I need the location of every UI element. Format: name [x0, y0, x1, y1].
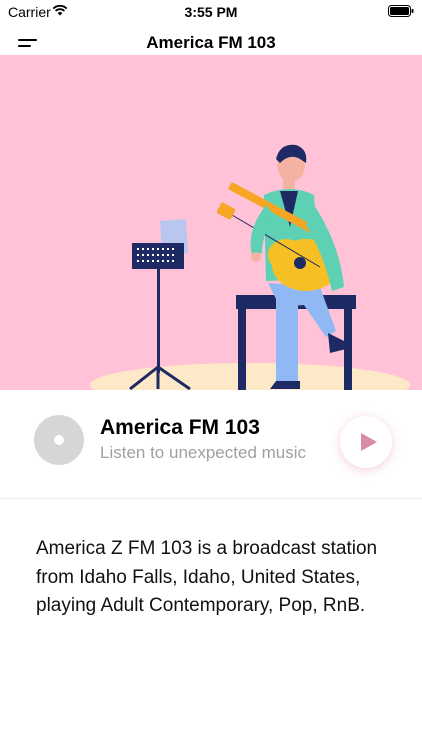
- floor-glow: [90, 363, 410, 390]
- status-bar: Carrier 3:55 PM: [0, 0, 422, 24]
- vinyl-disc-icon: [34, 415, 84, 465]
- guitarist-head: [276, 144, 307, 189]
- station-tagline: Listen to unexpected music: [100, 443, 307, 462]
- play-button[interactable]: [340, 416, 392, 468]
- battery-icon: [388, 5, 414, 17]
- guitarist-hand: [251, 252, 261, 262]
- status-time: 3:55 PM: [184, 4, 238, 20]
- player-section: America FM 103 Listen to unexpected musi…: [0, 390, 422, 499]
- page-title: America FM 103: [146, 33, 276, 52]
- guitarist-illustration: [90, 144, 410, 390]
- station-name: America FM 103: [100, 416, 260, 439]
- music-stand-icon: [129, 219, 191, 390]
- hero-illustration: [0, 55, 422, 390]
- station-description: America Z FM 103 is a broadcast station …: [36, 538, 378, 616]
- play-icon: [361, 433, 377, 451]
